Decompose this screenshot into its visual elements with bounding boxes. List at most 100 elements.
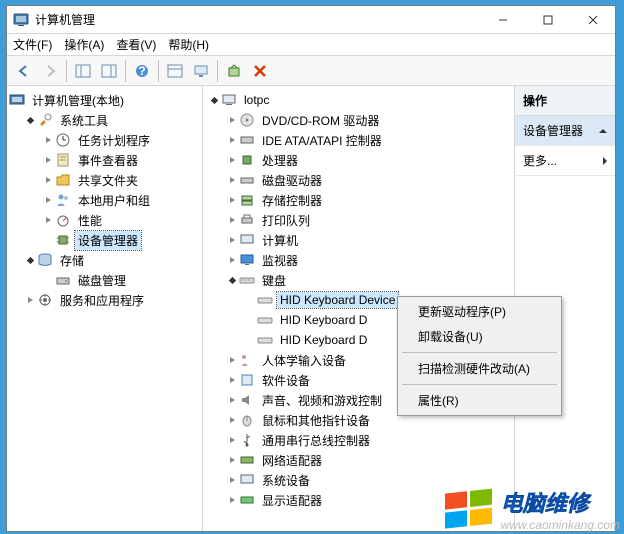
app-icon [13, 12, 29, 28]
tree-performance[interactable]: 性能 [7, 210, 202, 230]
forward-button[interactable] [37, 59, 63, 83]
tree-root[interactable]: 计算机管理(本地) [7, 90, 202, 110]
actions-header: 操作 [515, 86, 615, 116]
expand-icon[interactable] [23, 113, 37, 127]
actions-device-manager[interactable]: 设备管理器 [515, 116, 615, 146]
usb-icon [239, 432, 255, 448]
chip-icon [55, 232, 71, 248]
computer-management-icon [9, 92, 25, 108]
chevron-up-icon [599, 129, 607, 133]
tree-event-viewer[interactable]: 事件查看器 [7, 150, 202, 170]
pc-icon [239, 232, 255, 248]
scan-hardware-button[interactable] [221, 59, 247, 83]
ide-icon [239, 132, 255, 148]
tree-disk-management[interactable]: 磁盘管理 [7, 270, 202, 290]
device-root[interactable]: lotpc [203, 90, 514, 110]
expand-icon[interactable] [41, 133, 55, 147]
tree-local-users[interactable]: 本地用户和组 [7, 190, 202, 210]
expand-icon[interactable] [225, 453, 239, 467]
minimize-button[interactable] [480, 6, 525, 33]
speaker-icon [239, 392, 255, 408]
storage-ctrl-icon [239, 192, 255, 208]
back-button[interactable] [11, 59, 37, 83]
printer-icon [239, 212, 255, 228]
close-button[interactable] [570, 6, 615, 33]
nic-icon [239, 452, 255, 468]
expand-icon[interactable] [23, 253, 37, 267]
expand-icon[interactable] [225, 373, 239, 387]
expand-icon[interactable] [225, 133, 239, 147]
tree-shared-folders[interactable]: 共享文件夹 [7, 170, 202, 190]
ctx-properties[interactable]: 属性(R) [400, 388, 559, 413]
device-storage-ctrl[interactable]: 存储控制器 [203, 190, 514, 210]
menu-action[interactable]: 操作(A) [64, 36, 104, 53]
window-title: 计算机管理 [35, 11, 95, 28]
ctx-uninstall[interactable]: 卸载设备(U) [400, 324, 559, 349]
computer-icon [221, 92, 237, 108]
remove-button[interactable] [247, 59, 273, 83]
expand-icon[interactable] [225, 153, 239, 167]
expand-icon[interactable] [225, 353, 239, 367]
device-dvd[interactable]: DVD/CD-ROM 驱动器 [203, 110, 514, 130]
clock-icon [55, 132, 71, 148]
ctx-update-driver[interactable]: 更新驱动程序(P) [400, 299, 559, 324]
left-tree-pane[interactable]: 计算机管理(本地) 系统工具 任务计划程序 事件查看器 共享文件夹 [7, 86, 203, 531]
device-ide[interactable]: IDE ATA/ATAPI 控制器 [203, 130, 514, 150]
menu-help[interactable]: 帮助(H) [168, 36, 209, 53]
expand-icon[interactable] [225, 233, 239, 247]
computer-management-window: 计算机管理 文件(F) 操作(A) 查看(V) 帮助(H) ? [6, 5, 616, 532]
hid-icon [239, 352, 255, 368]
expand-icon[interactable] [225, 253, 239, 267]
watermark-title: 电脑维修 [501, 486, 589, 518]
device-usb[interactable]: 通用串行总线控制器 [203, 430, 514, 450]
expand-icon[interactable] [41, 153, 55, 167]
tree-storage[interactable]: 存储 [7, 250, 202, 270]
menu-file[interactable]: 文件(F) [13, 36, 52, 53]
expand-icon[interactable] [225, 473, 239, 487]
device-network[interactable]: 网络适配器 [203, 450, 514, 470]
expand-icon[interactable] [225, 393, 239, 407]
ctx-scan-hardware[interactable]: 扫描检测硬件改动(A) [400, 356, 559, 381]
menubar: 文件(F) 操作(A) 查看(V) 帮助(H) [7, 34, 615, 56]
device-computer[interactable]: 计算机 [203, 230, 514, 250]
device-print-queue[interactable]: 打印队列 [203, 210, 514, 230]
device-cpu[interactable]: 处理器 [203, 150, 514, 170]
expand-icon[interactable] [41, 173, 55, 187]
watermark-url: www.caominkang.com [501, 518, 620, 532]
storage-icon [37, 252, 53, 268]
windows-logo-icon [441, 484, 497, 532]
expand-icon[interactable] [225, 173, 239, 187]
details-button[interactable] [162, 59, 188, 83]
expand-icon[interactable] [225, 113, 239, 127]
share-folder-icon [55, 172, 71, 188]
expand-icon[interactable] [225, 193, 239, 207]
mouse-icon [239, 412, 255, 428]
tree-device-manager[interactable]: 设备管理器 [7, 230, 202, 250]
expand-icon[interactable] [23, 293, 37, 307]
expand-icon[interactable] [225, 413, 239, 427]
log-icon [55, 152, 71, 168]
expand-icon[interactable] [225, 433, 239, 447]
expand-icon[interactable] [225, 493, 239, 507]
actions-more[interactable]: 更多... [515, 146, 615, 176]
toolbar-panes-button[interactable] [70, 59, 96, 83]
ctx-separator [402, 352, 557, 353]
tree-services-apps[interactable]: 服务和应用程序 [7, 290, 202, 310]
maximize-button[interactable] [525, 6, 570, 33]
expand-icon[interactable] [41, 193, 55, 207]
expand-icon[interactable] [207, 93, 221, 107]
menu-view[interactable]: 查看(V) [116, 36, 156, 53]
expand-icon[interactable] [225, 273, 239, 287]
toolbar-preview-button[interactable] [96, 59, 122, 83]
device-keyboard[interactable]: 键盘 [203, 270, 514, 290]
device-disk-drives[interactable]: 磁盘驱动器 [203, 170, 514, 190]
keyboard-icon [239, 272, 255, 288]
software-icon [239, 372, 255, 388]
tree-system-tools[interactable]: 系统工具 [7, 110, 202, 130]
expand-icon[interactable] [225, 213, 239, 227]
device-monitor[interactable]: 监视器 [203, 250, 514, 270]
monitor-button[interactable] [188, 59, 214, 83]
help-button[interactable]: ? [129, 59, 155, 83]
expand-icon[interactable] [41, 213, 55, 227]
tree-task-scheduler[interactable]: 任务计划程序 [7, 130, 202, 150]
